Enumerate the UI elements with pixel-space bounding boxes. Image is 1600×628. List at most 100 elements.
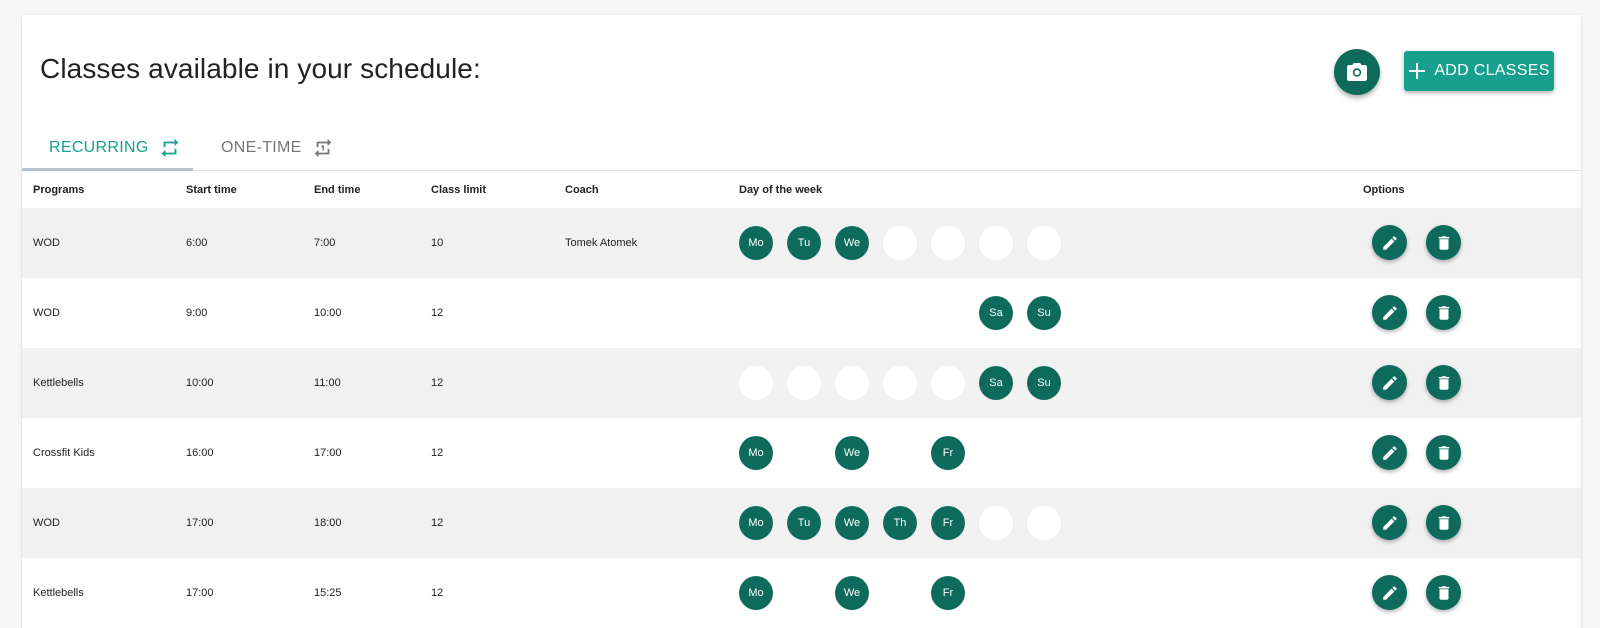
- cell-program: Crossfit Kids: [33, 447, 95, 459]
- day-badge-we: We: [835, 436, 869, 470]
- pencil-icon: [1381, 304, 1399, 322]
- day-badge-su: [1027, 506, 1061, 540]
- repeat-icon: [159, 137, 181, 159]
- cell-class-limit: 10: [431, 237, 444, 249]
- cell-start-time: 9:00: [186, 307, 208, 319]
- cell-end-time: 17:00: [314, 447, 342, 459]
- trash-icon: [1435, 584, 1453, 602]
- trash-icon: [1435, 304, 1453, 322]
- day-badge-su: [1027, 226, 1061, 260]
- day-badge-th: Th: [883, 506, 917, 540]
- cell-end-time: 15:25: [314, 587, 342, 599]
- day-badge-mo: Mo: [739, 506, 773, 540]
- table-row: WOD 9:00 10:00 12 Sa Su: [22, 278, 1581, 348]
- trash-icon: [1435, 444, 1453, 462]
- page-title: Classes available in your schedule:: [40, 53, 481, 84]
- day-badge-we: We: [835, 506, 869, 540]
- day-badge-we: [835, 366, 869, 400]
- delete-button[interactable]: [1426, 295, 1461, 330]
- edit-button[interactable]: [1372, 575, 1407, 610]
- edit-button[interactable]: [1372, 365, 1407, 400]
- pencil-icon: [1381, 234, 1399, 252]
- cell-end-time: 11:00: [314, 377, 341, 389]
- cell-class-limit: 12: [431, 307, 444, 319]
- cell-end-time: 18:00: [314, 517, 342, 529]
- cell-end-time: 10:00: [314, 307, 342, 319]
- day-badge-we: We: [835, 226, 869, 260]
- cell-end-time: 7:00: [314, 237, 336, 249]
- active-tab-indicator: [22, 168, 193, 171]
- table-row: WOD 6:00 7:00 10 Tomek Atomek Mo Tu We: [22, 208, 1581, 278]
- day-badge-sa: [979, 226, 1013, 260]
- tab-one-time[interactable]: ONE-TIME: [221, 125, 334, 171]
- day-badge-fr: [931, 226, 965, 260]
- cell-start-time: 17:00: [186, 517, 214, 529]
- cell-class-limit: 12: [431, 517, 444, 529]
- repeat-once-icon: [312, 137, 334, 159]
- cell-class-limit: 12: [431, 587, 444, 599]
- pencil-icon: [1381, 514, 1399, 532]
- table-row: Kettlebells 17:00 15:25 12 Mo We Fr: [22, 558, 1581, 628]
- day-badge-tu: Tu: [787, 226, 821, 260]
- cell-start-time: 17:00: [186, 587, 214, 599]
- column-header-coach: Coach: [565, 184, 599, 196]
- cell-start-time: 10:00: [186, 377, 214, 389]
- column-header-programs: Programs: [33, 184, 85, 196]
- day-badge-sa: Sa: [979, 296, 1013, 330]
- pencil-icon: [1381, 584, 1399, 602]
- day-badge-sa: [979, 506, 1013, 540]
- column-header-options: Options: [1363, 184, 1405, 196]
- cell-program: WOD: [33, 307, 60, 319]
- edit-button[interactable]: [1372, 435, 1407, 470]
- day-badge-su: Su: [1027, 366, 1061, 400]
- trash-icon: [1435, 514, 1453, 532]
- tab-recurring-label: RECURRING: [49, 139, 149, 156]
- day-badge-mo: [739, 366, 773, 400]
- cell-class-limit: 12: [431, 377, 444, 389]
- table-row: Kettlebells 10:00 11:00 12 Sa Su: [22, 348, 1581, 418]
- column-header-day-of-week: Day of the week: [739, 184, 823, 196]
- cell-program: WOD: [33, 237, 60, 249]
- edit-button[interactable]: [1372, 225, 1407, 260]
- tab-one-time-label: ONE-TIME: [221, 139, 302, 156]
- edit-button[interactable]: [1372, 505, 1407, 540]
- trash-icon: [1435, 234, 1453, 252]
- day-badge-th: [883, 366, 917, 400]
- cell-coach: Tomek Atomek: [565, 237, 638, 249]
- edit-button[interactable]: [1372, 295, 1407, 330]
- delete-button[interactable]: [1426, 225, 1461, 260]
- schedule-card: Classes available in your schedule: ADD …: [22, 15, 1581, 628]
- add-classes-button[interactable]: ADD CLASSES: [1404, 51, 1554, 91]
- delete-button[interactable]: [1426, 575, 1461, 610]
- delete-button[interactable]: [1426, 505, 1461, 540]
- tab-recurring[interactable]: RECURRING: [22, 125, 193, 171]
- day-badge-sa: Sa: [979, 366, 1013, 400]
- day-badge-fr: Fr: [931, 506, 965, 540]
- camera-icon: [1345, 60, 1369, 84]
- camera-button[interactable]: [1334, 49, 1380, 95]
- cell-program: WOD: [33, 517, 60, 529]
- plus-icon: [1408, 62, 1426, 80]
- day-badge-we: We: [835, 576, 869, 610]
- column-header-end-time: End time: [314, 184, 361, 196]
- day-badge-th: [883, 226, 917, 260]
- column-header-start-time: Start time: [186, 184, 237, 196]
- trash-icon: [1435, 374, 1453, 392]
- cell-class-limit: 12: [431, 447, 444, 459]
- cell-program: Kettlebells: [33, 377, 84, 389]
- day-badge-fr: Fr: [931, 436, 965, 470]
- add-classes-label: ADD CLASSES: [1434, 62, 1550, 79]
- day-badge-su: Su: [1027, 296, 1061, 330]
- day-badge-mo: Mo: [739, 576, 773, 610]
- day-badge-mo: Mo: [739, 436, 773, 470]
- table-header: Programs Start time End time Class limit…: [22, 172, 1581, 208]
- day-badge-mo: Mo: [739, 226, 773, 260]
- day-badge-fr: Fr: [931, 576, 965, 610]
- cell-start-time: 6:00: [186, 237, 208, 249]
- cell-program: Kettlebells: [33, 587, 84, 599]
- day-badge-tu: Tu: [787, 506, 821, 540]
- day-badge-tu: [787, 366, 821, 400]
- delete-button[interactable]: [1426, 365, 1461, 400]
- delete-button[interactable]: [1426, 435, 1461, 470]
- day-badge-fr: [931, 366, 965, 400]
